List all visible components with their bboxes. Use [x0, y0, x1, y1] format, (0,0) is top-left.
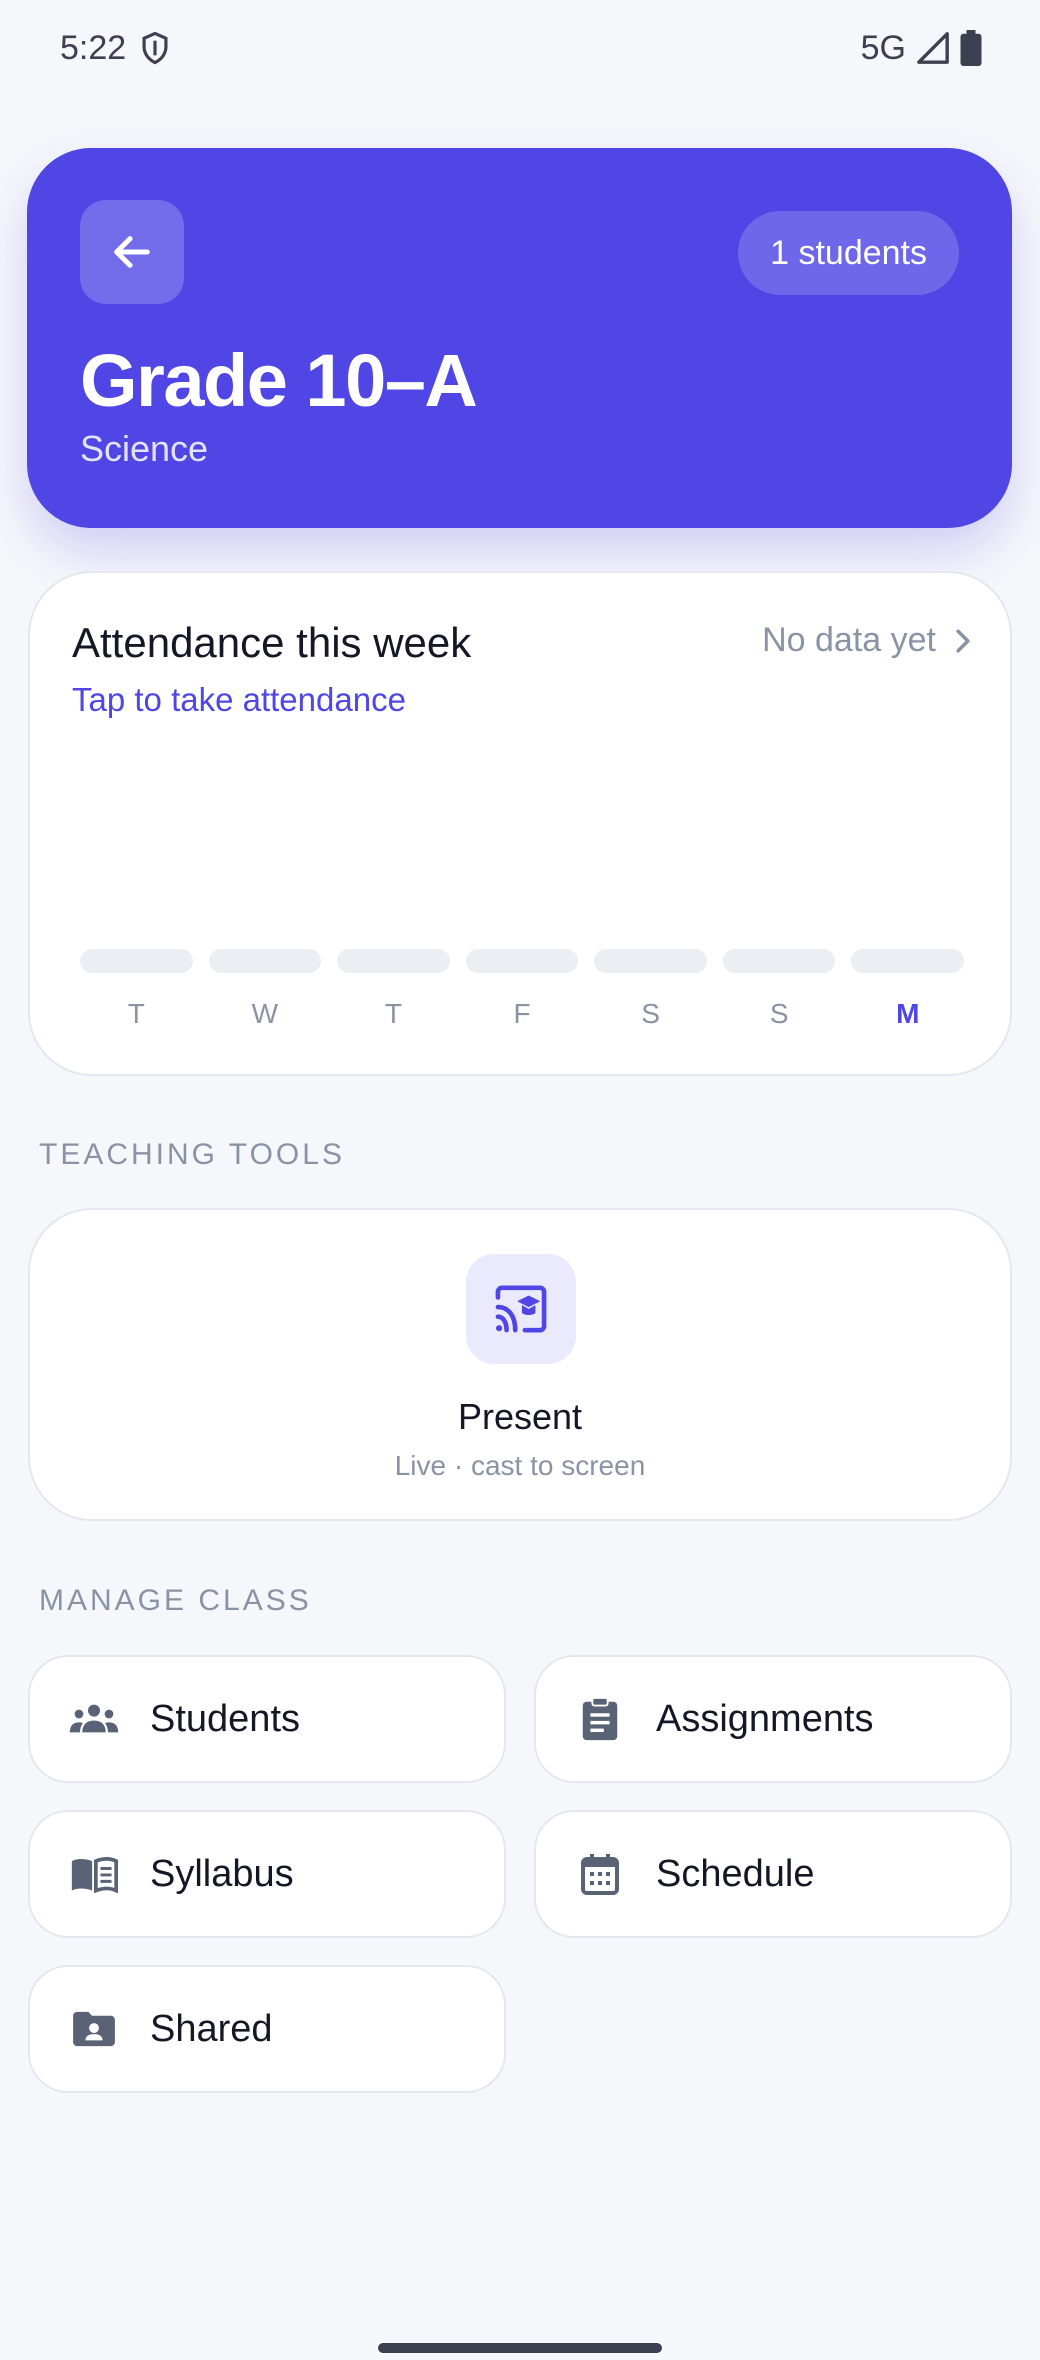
class-subject: Science — [80, 428, 209, 469]
students-label: Students — [150, 1697, 300, 1740]
day-label: S — [641, 998, 660, 1029]
attendance-bar — [337, 949, 450, 973]
status-bar: 5:22 5G — [0, 0, 1040, 96]
day-label: F — [513, 998, 531, 1029]
calendar-icon — [572, 1846, 628, 1902]
day-label: T — [127, 998, 145, 1029]
students-count-badge: 1 students — [738, 211, 959, 295]
book-icon — [66, 1846, 122, 1902]
cast-education-icon — [466, 1254, 576, 1364]
attendance-title: Attendance this week — [72, 619, 472, 666]
syllabus-label: Syllabus — [150, 1852, 294, 1895]
day-labels: T W T F S S M — [80, 998, 964, 1030]
shared-folder-icon — [66, 2001, 122, 2057]
status-left: 5:22 — [60, 29, 170, 68]
schedule-label: Schedule — [656, 1852, 815, 1895]
attendance-status[interactable]: No data yet — [762, 621, 974, 660]
day-label: S — [769, 998, 789, 1029]
day-label: W — [251, 998, 279, 1029]
attendance-bar — [465, 949, 579, 973]
chevron-right-icon — [956, 628, 970, 653]
attendance-bar — [594, 949, 707, 973]
arrow-back-icon — [114, 236, 150, 268]
shared-label: Shared — [150, 2007, 273, 2050]
group-icon — [66, 1691, 122, 1747]
teaching-tools-heading: TEACHING TOOLS — [39, 1138, 345, 1171]
attendance-status-text: No data yet — [762, 621, 936, 659]
back-button[interactable] — [80, 200, 184, 304]
attendance-bar — [851, 949, 965, 973]
signal-icon — [917, 32, 949, 64]
attendance-bar — [80, 949, 193, 973]
present-subtitle: Live · cast to screen — [394, 1450, 646, 1481]
day-label-today: M — [896, 998, 920, 1029]
clock: 5:22 — [60, 28, 127, 67]
schedule-button[interactable]: Schedule — [534, 1810, 1012, 1938]
students-button[interactable]: Students — [28, 1655, 506, 1783]
status-right: 5G — [861, 29, 982, 68]
take-attendance-link[interactable]: Tap to take attendance — [72, 681, 406, 719]
class-title: Grade 10–A — [80, 339, 478, 422]
day-label: T — [384, 998, 402, 1029]
assignments-label: Assignments — [656, 1697, 874, 1740]
home-indicator[interactable] — [378, 2343, 662, 2353]
present-title: Present — [457, 1396, 583, 1437]
battery-icon — [960, 30, 982, 66]
assignments-button[interactable]: Assignments — [534, 1655, 1012, 1783]
clipboard-icon — [572, 1691, 628, 1747]
shared-button[interactable]: Shared — [28, 1965, 506, 2093]
class-header-card: 1 students Grade 10–A Science — [27, 148, 1012, 528]
shield-icon — [142, 31, 168, 65]
network-type: 5G — [860, 28, 906, 67]
present-tool-card[interactable]: Present Live · cast to screen — [28, 1208, 1012, 1521]
attendance-bar — [208, 949, 322, 973]
attendance-bar — [722, 949, 836, 973]
manage-class-heading: MANAGE CLASS — [39, 1584, 312, 1617]
attendance-bars — [80, 949, 965, 975]
attendance-card[interactable]: Attendance this week Tap to take attenda… — [28, 571, 1012, 1076]
syllabus-button[interactable]: Syllabus — [28, 1810, 506, 1938]
